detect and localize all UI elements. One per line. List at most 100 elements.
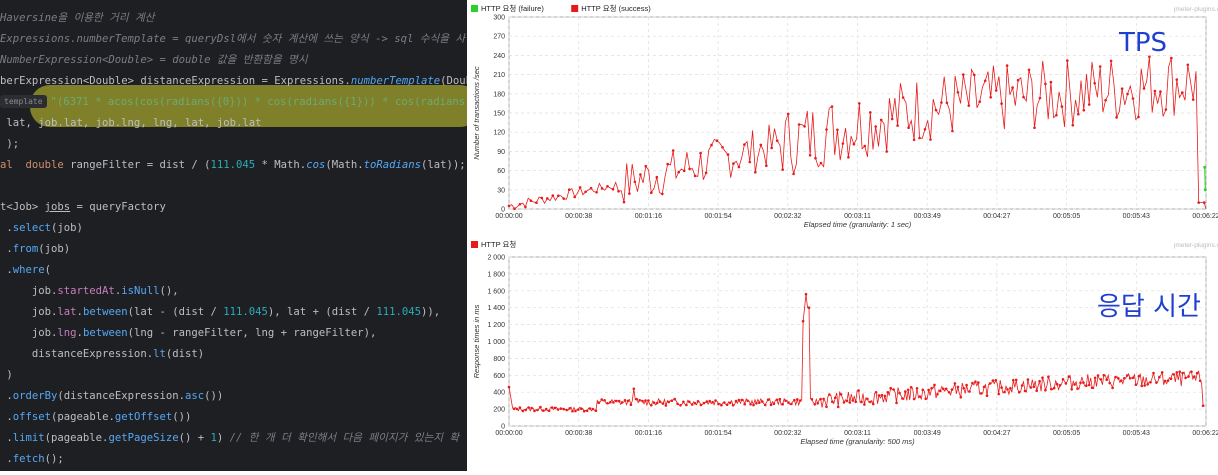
data-point — [1071, 123, 1075, 127]
data-point — [923, 128, 927, 131]
data-point — [1126, 92, 1129, 96]
data-point — [1055, 382, 1059, 386]
code-line: job.lat.between(lat - (dist / 111.045), … — [0, 302, 440, 323]
code-line: al double rangeFilter = dist / (111.045 … — [0, 155, 466, 176]
data-point — [798, 399, 802, 402]
x-tick-label: 00:01:16 — [635, 213, 662, 220]
data-point — [1011, 86, 1014, 89]
data-point — [600, 187, 604, 190]
data-point — [1073, 383, 1076, 386]
code-line: .orderBy(distanceExpression.asc()) — [0, 386, 223, 407]
data-point — [977, 381, 980, 384]
data-point — [661, 402, 665, 405]
data-point — [982, 385, 986, 389]
data-point — [1087, 383, 1091, 387]
data-point — [842, 401, 846, 404]
code-token: distanceExpression — [140, 75, 256, 87]
data-point — [1070, 388, 1073, 391]
code-token: job. — [0, 306, 58, 318]
code-token: ); — [0, 138, 20, 150]
data-point — [808, 154, 812, 157]
data-point — [852, 142, 856, 146]
data-point — [1140, 384, 1144, 388]
data-point — [1159, 90, 1162, 93]
data-point — [1035, 389, 1038, 392]
data-point — [1005, 64, 1009, 67]
data-point — [1006, 388, 1009, 391]
data-point — [568, 407, 571, 410]
data-point — [580, 407, 583, 410]
data-point — [589, 186, 593, 190]
data-point — [620, 401, 624, 404]
data-point — [1197, 201, 1200, 204]
code-token: Expressions.numberTemplate = queryDsl에서 … — [0, 33, 466, 45]
data-point — [790, 402, 793, 406]
code-token: Haversine을 이용한 거리 계산 — [0, 12, 155, 24]
data-point — [1120, 379, 1123, 382]
data-point — [527, 406, 530, 409]
data-point — [819, 397, 822, 401]
code-line: .select(job) — [0, 218, 83, 239]
data-point — [1014, 378, 1018, 382]
data-point — [714, 399, 717, 402]
x-axis-label: Elapsed time (granularity: 500 ms) — [800, 437, 915, 446]
data-point — [797, 123, 801, 126]
code-line: Haversine을 이용한 거리 계산 — [0, 8, 155, 29]
data-point — [582, 409, 586, 413]
data-point — [1152, 371, 1155, 375]
data-point — [661, 192, 664, 196]
code-token: = Expressions. — [255, 75, 351, 87]
data-point — [617, 399, 621, 403]
data-point — [696, 400, 700, 403]
data-point — [885, 150, 888, 153]
data-point — [562, 197, 565, 200]
data-point — [671, 149, 675, 152]
data-point — [1082, 381, 1085, 384]
data-point — [1033, 126, 1036, 130]
data-point — [1012, 378, 1015, 382]
data-point — [847, 156, 850, 159]
tps-overlay-label: TPS — [1119, 28, 1168, 58]
data-point — [606, 185, 609, 188]
data-point — [584, 190, 587, 194]
code-token: // 한 개 더 확인해서 다음 페이지가 있는지 확 — [229, 432, 460, 444]
data-point — [1038, 96, 1042, 100]
data-point — [1178, 370, 1181, 373]
code-token: . — [0, 432, 13, 444]
data-point — [1093, 376, 1097, 380]
code-line: .limit(pageable.getPageSize() + 1) // 한 … — [0, 428, 459, 449]
legend-swatch — [471, 5, 478, 12]
data-point — [772, 402, 776, 406]
data-point — [851, 399, 855, 402]
data-point — [871, 402, 875, 406]
data-point — [609, 400, 612, 404]
code-token: 111.045 — [376, 306, 422, 318]
data-point — [1175, 371, 1179, 374]
code-line: Expressions.numberTemplate = queryDsl에서 … — [0, 29, 465, 50]
x-tick-label: 00:00:38 — [565, 213, 592, 220]
data-point — [591, 407, 595, 411]
data-point — [1187, 375, 1190, 378]
data-point — [1079, 381, 1082, 385]
x-tick-label: 00:01:54 — [704, 213, 731, 220]
code-token: offset — [12, 411, 52, 423]
data-point — [595, 191, 598, 194]
data-point — [924, 397, 927, 401]
tps-chart-svg: HTTP 요청 (failure) HTTP 요청 (success) jmeter… — [471, 4, 1218, 229]
data-point — [1099, 378, 1103, 381]
data-point — [942, 387, 945, 391]
x-tick-label: 00:03:11 — [844, 213, 871, 220]
data-point — [819, 161, 823, 165]
data-point — [639, 173, 642, 176]
data-point — [557, 194, 560, 197]
legend-label: HTTP 요청 (success) — [581, 4, 651, 13]
y-tick-label: 1 200 — [487, 322, 505, 329]
data-point — [529, 199, 533, 202]
data-point — [1096, 374, 1100, 377]
code-editor-panel[interactable]: Haversine을 이용한 거리 계산 Expressions.numberTe… — [0, 0, 467, 471]
data-point — [673, 397, 676, 401]
code-token: (lng - rangeFilter, lng + rangeFilter), — [127, 327, 377, 339]
data-point — [880, 393, 884, 397]
data-point — [524, 408, 528, 412]
data-point — [1195, 371, 1199, 375]
